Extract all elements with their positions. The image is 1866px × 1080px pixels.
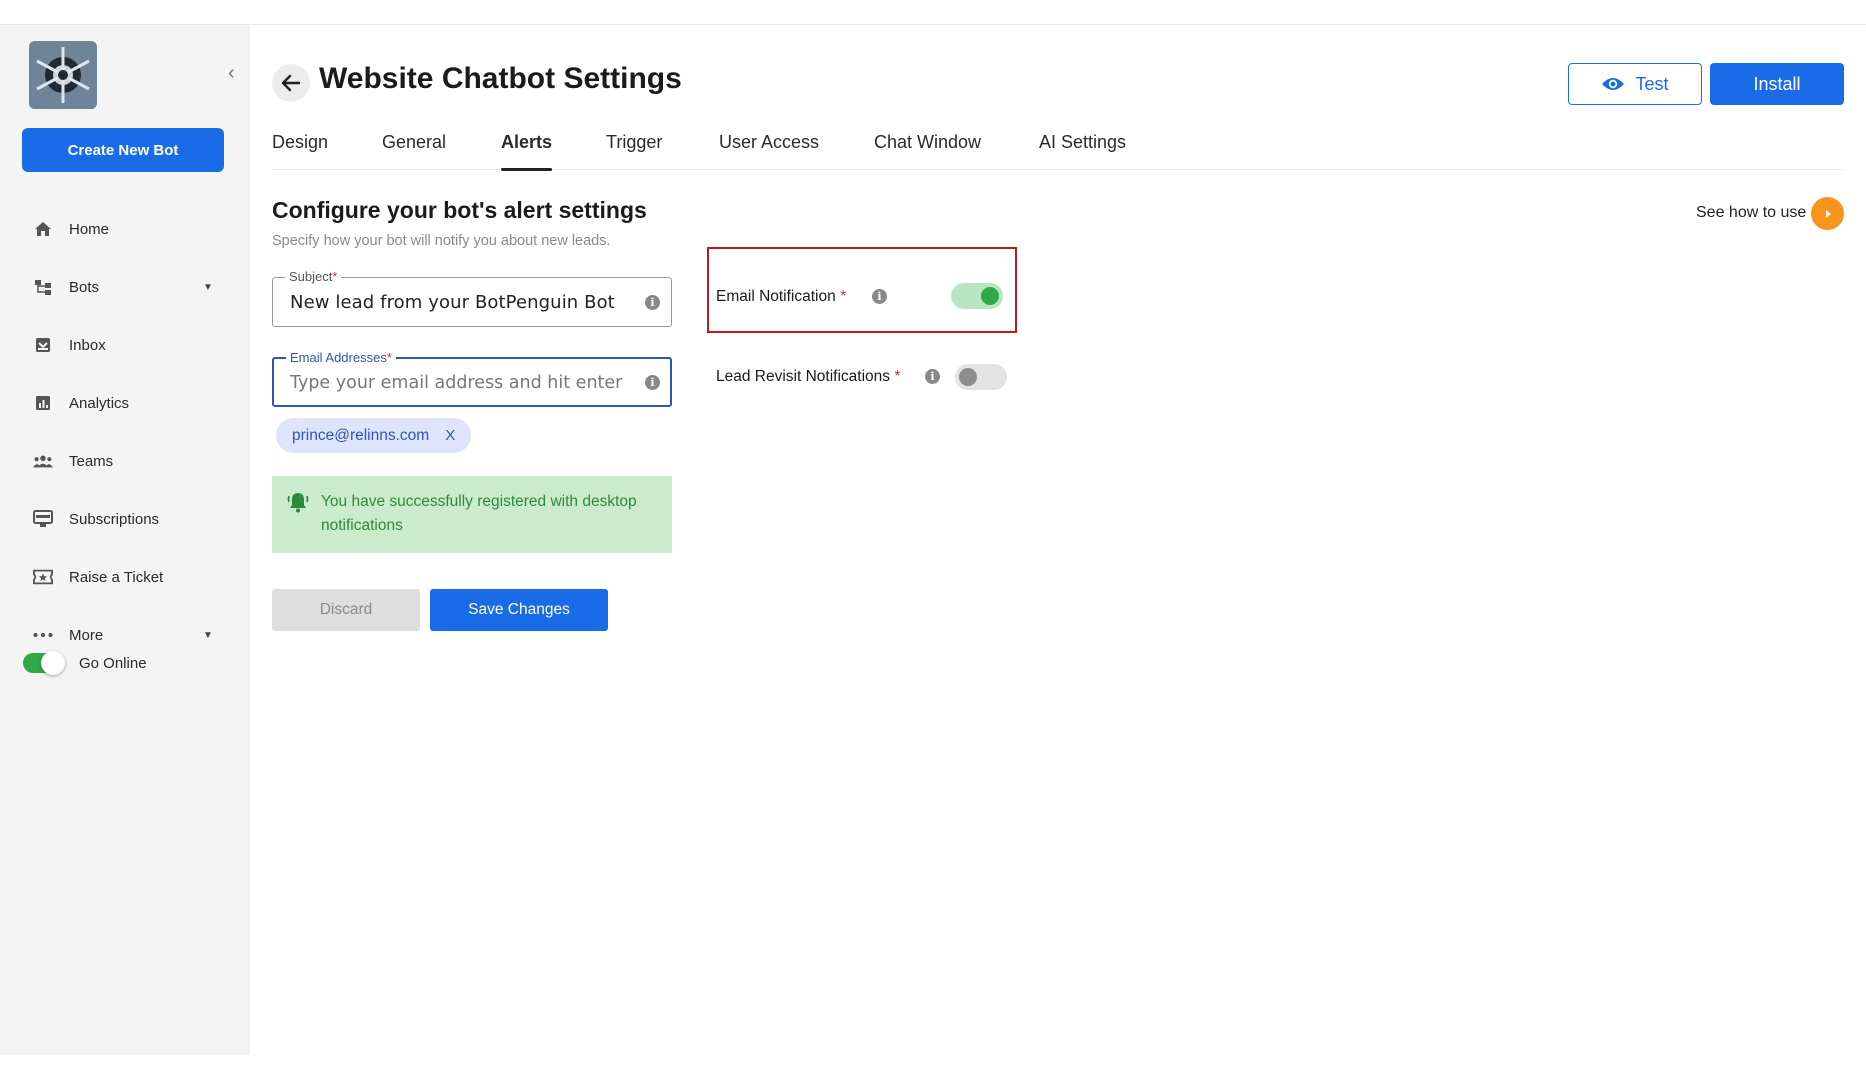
tab-chat-window[interactable]: Chat Window [874,132,981,170]
lead-revisit-toggle[interactable] [955,364,1007,390]
test-button-label: Test [1635,73,1669,94]
page-title: Website Chatbot Settings [319,62,682,95]
subject-field[interactable]: Subject* New lead from your BotPenguin B… [272,269,672,327]
email-label: Email Addresses* [286,350,396,365]
ticket-icon [33,567,53,587]
sidebar-item-more[interactable]: More ▼ [0,615,250,655]
analytics-icon [33,393,53,413]
sidebar-item-label: Teams [69,452,114,470]
go-online-label: Go Online [79,655,147,672]
subject-value: New lead from your BotPenguin Bot [290,292,615,313]
chevron-down-icon[interactable]: ▼ [203,630,213,641]
sidebar-item-home[interactable]: Home [0,209,250,249]
success-message: You have successfully registered with de… [321,493,637,534]
sidebar-item-inbox[interactable]: Inbox [0,325,250,365]
tab-ai-settings[interactable]: AI Settings [1039,132,1126,170]
go-online-toggle[interactable] [23,651,65,675]
arrow-left-icon [281,74,301,92]
info-icon[interactable]: i [925,369,940,384]
success-alert: You have successfully registered with de… [272,476,672,553]
required-mark: * [840,288,847,305]
see-how-to-use-link[interactable]: See how to use [1696,204,1806,222]
tab-alerts[interactable]: Alerts [501,132,553,171]
email-chip-label: prince@relinns.com [292,426,430,444]
sidebar-item-bots[interactable]: Bots ▼ [0,267,250,307]
more-icon [33,625,53,645]
play-icon[interactable] [1811,197,1844,230]
toggle-knob [959,368,977,386]
sidebar-item-raise-ticket[interactable]: Raise a Ticket [0,557,250,597]
bots-icon [33,277,53,297]
tab-general[interactable]: General [382,132,446,170]
sidebar: ‹ Create New Bot Home Bots ▼ Inbox Analy… [0,25,250,1055]
save-changes-button[interactable]: Save Changes [430,589,608,631]
tab-user-access[interactable]: User Access [719,132,819,170]
sidebar-item-label: Raise a Ticket [69,568,164,586]
section-subtitle: Specify how your bot will notify you abo… [272,233,611,249]
sidebar-item-label: Analytics [69,394,130,412]
eye-icon [1602,78,1625,90]
inbox-icon [33,335,53,355]
install-button[interactable]: Install [1710,63,1844,105]
collapse-sidebar-icon[interactable]: ‹ [228,63,244,83]
lead-revisit-label: Lead Revisit Notifications * [716,368,900,386]
sidebar-item-label: More [69,626,104,644]
sidebar-item-label: Home [69,220,110,238]
create-new-bot-button[interactable]: Create New Bot [22,128,224,172]
email-chip: prince@relinns.com X [276,418,472,453]
sidebar-item-analytics[interactable]: Analytics [0,383,250,423]
info-icon[interactable]: i [872,289,887,304]
subject-label: Subject* [285,269,342,284]
sidebar-item-teams[interactable]: Teams [0,441,250,481]
required-mark: * [894,368,901,385]
home-icon [33,219,53,239]
remove-email-button[interactable]: X [445,427,455,444]
email-notification-label: Email Notification * [716,288,846,306]
sidebar-item-label: Bots [69,278,100,296]
robot-logo-icon [29,41,97,109]
sidebar-item-subscriptions[interactable]: Subscriptions [0,499,250,539]
email-label-text: Email Addresses [290,350,387,365]
info-icon[interactable]: i [645,375,660,390]
sidebar-item-label: Subscriptions [69,510,160,528]
section-title: Configure your bot's alert settings [272,197,647,223]
tab-design[interactable]: Design [272,132,328,170]
email-notification-label-text: Email Notification [716,288,836,305]
sidebar-item-label: Inbox [69,336,106,354]
test-button[interactable]: Test [1568,63,1702,105]
top-divider [0,24,1866,25]
info-icon[interactable]: i [645,295,660,310]
teams-icon [33,451,53,471]
email-notification-toggle[interactable] [951,283,1003,309]
lead-revisit-label-text: Lead Revisit Notifications [716,368,891,385]
settings-tabs: Design General Alerts Trigger User Acces… [272,132,1844,171]
back-button[interactable] [272,64,310,102]
subject-label-text: Subject [289,269,333,284]
required-mark: * [332,269,338,284]
toggle-knob [981,287,999,305]
chevron-down-icon[interactable]: ▼ [203,282,213,293]
email-input[interactable] [290,371,630,395]
bell-ring-icon [286,490,310,519]
discard-button[interactable]: Discard [272,589,420,631]
toggle-knob [41,651,65,675]
required-mark: * [386,350,392,365]
email-addresses-field[interactable]: Email Addresses* i [272,350,672,407]
subscriptions-icon [33,509,53,529]
bot-logo[interactable] [29,41,97,109]
tab-trigger[interactable]: Trigger [606,132,662,170]
